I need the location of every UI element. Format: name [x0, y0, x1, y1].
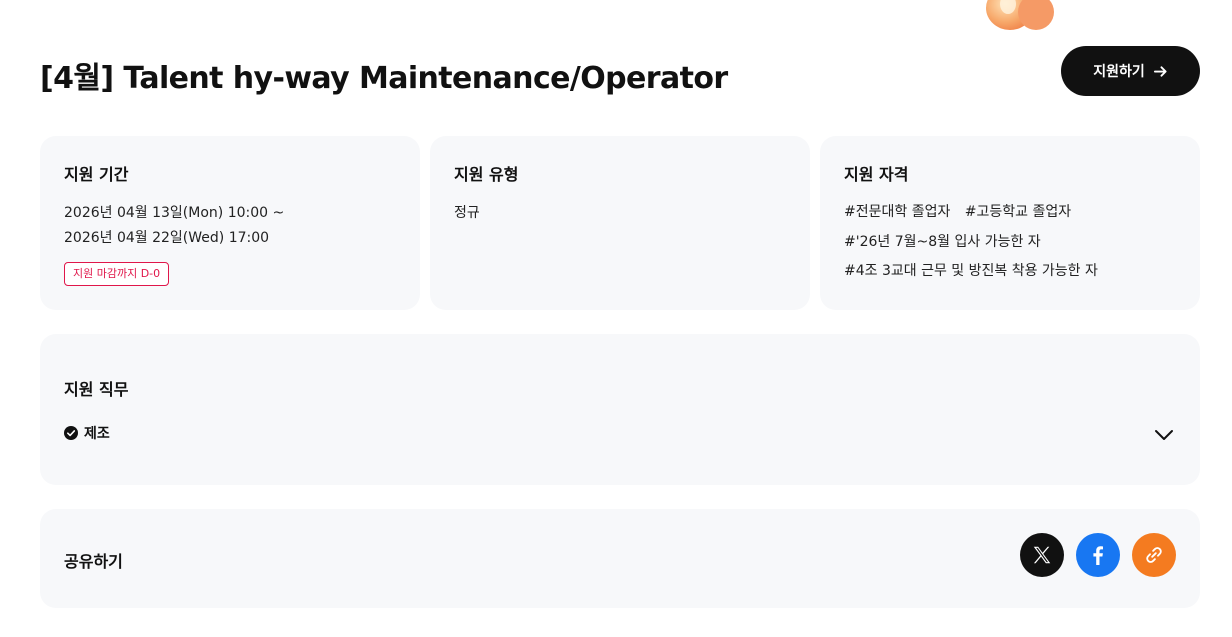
application-period-title: 지원 기간 [64, 165, 129, 184]
qualification-tag: #전문대학 졸업자 [844, 204, 951, 220]
job-item: 제조 [64, 423, 110, 443]
share-facebook-button[interactable] [1076, 533, 1120, 577]
qualification-tag: #고등학교 졸업자 [964, 204, 1072, 220]
share-x-button[interactable] [1020, 533, 1064, 577]
application-period-end: 2026년 04월 22일(Wed) 17:00 [64, 230, 270, 246]
chevron-down-icon[interactable] [1154, 428, 1174, 442]
apply-button[interactable]: 지원하기 [1061, 46, 1200, 96]
qualification-tag: #4조 3교대 근무 및 방진복 착용 가능한 자 [844, 263, 1098, 279]
x-logo-icon [1033, 546, 1051, 564]
share-title: 공유하기 [64, 552, 123, 571]
qualification-title: 지원 자격 [844, 165, 909, 184]
copy-link-button[interactable] [1132, 533, 1176, 577]
job-card: 지원 직무 제조 [40, 334, 1200, 485]
page-header: [4월] Talent hy-way Maintenance/Operator … [40, 46, 1200, 96]
deadline-badge: 지원 마감까지 D-0 [64, 262, 170, 286]
application-period-start: 2026년 04월 13일(Mon) 10:00 ~ [64, 205, 285, 221]
application-period-card: 지원 기간 2026년 04월 13일(Mon) 10:00 ~ 2026년 0… [40, 136, 420, 310]
qualification-tags: #전문대학 졸업자 #고등학교 졸업자 #'26년 7월~8월 입사 가능한 자… [844, 201, 1108, 290]
job-item-label: 제조 [84, 426, 110, 442]
facebook-logo-icon [1093, 546, 1103, 565]
application-type-title: 지원 유형 [454, 165, 519, 184]
decorative-illustration [980, 0, 1060, 36]
page-title: [4월] Talent hy-way Maintenance/Operator [40, 61, 728, 96]
application-type-value: 정규 [454, 205, 480, 221]
arrow-right-icon [1153, 65, 1167, 77]
qualification-card: 지원 자격 #전문대학 졸업자 #고등학교 졸업자 #'26년 7월~8월 입사… [820, 136, 1200, 310]
check-circle-icon [64, 426, 78, 440]
apply-button-label: 지원하기 [1093, 64, 1145, 80]
job-title: 지원 직무 [64, 380, 129, 399]
qualification-tag: #'26년 7월~8월 입사 가능한 자 [844, 233, 1041, 250]
share-card: 공유하기 [40, 509, 1200, 608]
link-icon [1146, 547, 1162, 563]
application-type-card: 지원 유형 정규 [430, 136, 810, 310]
